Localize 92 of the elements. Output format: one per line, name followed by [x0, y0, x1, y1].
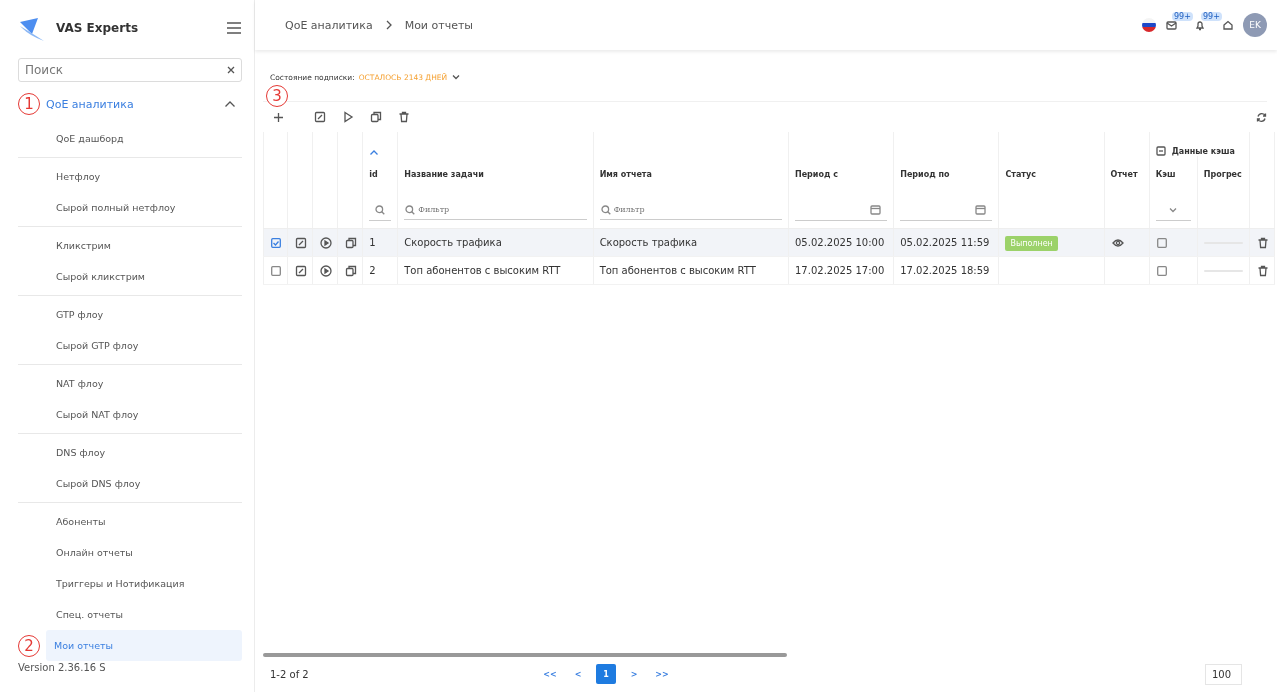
calendar-icon[interactable]	[870, 204, 882, 215]
search-icon[interactable]	[600, 205, 611, 215]
trash-icon[interactable]	[1256, 264, 1269, 277]
page-button[interactable]: 1	[596, 664, 616, 684]
checkbox-icon[interactable]	[1156, 237, 1167, 248]
count-badge: 99+	[1172, 12, 1193, 21]
flag-icon[interactable]	[1142, 18, 1156, 32]
count-badge: 99+	[1201, 11, 1222, 21]
search-field[interactable]: Поиск	[18, 58, 242, 82]
table-cell: Топ абонентов с высоким RTT	[404, 265, 561, 276]
version-text: Version 2.36.16 S	[18, 662, 107, 673]
breadcrumb-item[interactable]: QoE аналитика	[285, 18, 373, 32]
sidebar-item[interactable]: GTP флоу	[14, 299, 242, 330]
menu-icon[interactable]	[226, 21, 242, 35]
column-header[interactable]: Название задачи	[404, 169, 484, 179]
checkbox-icon[interactable]	[271, 265, 281, 276]
table-cell: 1	[369, 237, 376, 248]
sidebar-item[interactable]: Сырой NAT флоу	[14, 399, 242, 430]
checkbox-checked-icon[interactable]	[271, 237, 281, 248]
page-nav-button[interactable]: >	[624, 664, 644, 684]
sidebar-item[interactable]: Спец. отчеты	[14, 599, 242, 630]
play-circle-icon[interactable]	[320, 264, 333, 277]
collapse-icon[interactable]	[1155, 146, 1166, 156]
sort-up-icon[interactable]	[369, 149, 380, 156]
brand-name: VAS Experts	[56, 21, 140, 35]
sidebar-item[interactable]: Триггеры и Нотификация	[14, 568, 242, 599]
edit-icon[interactable]	[295, 236, 308, 249]
copy-icon[interactable]	[345, 236, 358, 249]
page-nav-button[interactable]: <	[568, 664, 588, 684]
trash-icon[interactable]	[398, 111, 410, 123]
sidebar-item[interactable]: Сырой GTP флоу	[14, 330, 242, 361]
mail-icon[interactable]	[1166, 20, 1177, 30]
table-cell: Скорость трафика	[599, 237, 698, 248]
sidebar-item[interactable]: Мои отчеты	[46, 630, 242, 661]
trash-icon[interactable]	[1256, 236, 1269, 249]
table-cell: Топ абонентов с высоким RTT	[599, 265, 756, 276]
play-circle-icon[interactable]	[320, 236, 333, 249]
checkbox-icon[interactable]	[1156, 265, 1167, 276]
edit-icon[interactable]	[314, 111, 326, 123]
page-size-select[interactable]: 100	[1204, 664, 1242, 685]
bell-icon[interactable]	[1195, 19, 1205, 31]
column-header[interactable]: Статус	[1005, 169, 1036, 179]
refresh-icon[interactable]	[1256, 111, 1267, 123]
page-nav-button[interactable]: >>	[652, 664, 672, 684]
breadcrumb-item[interactable]: Мои отчеты	[404, 18, 473, 32]
copy-icon[interactable]	[370, 111, 382, 123]
sidebar-item[interactable]: Абоненты	[14, 506, 242, 537]
annotation-number: 3	[266, 85, 288, 107]
status-badge: Выполнен	[1005, 236, 1058, 251]
scrollbar-thumb[interactable]	[263, 653, 787, 657]
filter-field[interactable]: Фильтр	[599, 200, 782, 220]
home-icon[interactable]	[1223, 20, 1233, 30]
column-header[interactable]: Период с	[795, 169, 838, 179]
menu-section[interactable]: QoE аналитика	[46, 97, 218, 111]
sidebar-item[interactable]: Сырой DNS флоу	[14, 468, 242, 499]
chevron-down-icon[interactable]	[451, 73, 462, 81]
page-nav-button[interactable]: <<	[540, 664, 560, 684]
table-cell: Скорость трафика	[404, 237, 502, 248]
sidebar-item[interactable]: NAT флоу	[14, 368, 242, 399]
column-header[interactable]: Кэш	[1155, 169, 1176, 179]
play-icon[interactable]	[342, 111, 354, 123]
column-group-header: Данные кэша	[1171, 146, 1235, 156]
table-cell: 17.02.2025 18:59	[900, 265, 990, 276]
search-icon[interactable]	[375, 204, 386, 215]
sidebar-item[interactable]: Нетфлоу	[14, 161, 242, 192]
sidebar-item[interactable]: Сырой полный нетфлоу	[14, 192, 242, 223]
calendar-icon[interactable]	[975, 204, 987, 215]
eye-icon[interactable]	[1111, 237, 1124, 248]
column-header[interactable]: id	[369, 169, 378, 179]
clear-icon[interactable]	[227, 66, 235, 74]
sidebar-item[interactable]: DNS флоу	[14, 437, 242, 468]
edit-icon[interactable]	[295, 264, 308, 277]
sidebar-item[interactable]: QoE дашборд	[14, 123, 242, 154]
sidebar-item[interactable]: Сырой кликстрим	[14, 261, 242, 292]
add-icon[interactable]	[273, 111, 284, 123]
sidebar-item[interactable]: Кликстрим	[14, 230, 242, 261]
table-cell: 05.02.2025 10:00	[795, 237, 885, 248]
column-header[interactable]: Период по	[900, 169, 950, 179]
column-header[interactable]: Отчет	[1110, 169, 1138, 179]
chevron-right-icon[interactable]	[384, 20, 393, 30]
pagination-range: 1-2 of 2	[270, 668, 310, 680]
caret-icon[interactable]	[1168, 205, 1179, 214]
chevron-up-icon[interactable]	[224, 100, 236, 108]
sidebar-item[interactable]: Онлайн отчеты	[14, 537, 242, 568]
column-header[interactable]: Имя отчета	[599, 169, 652, 179]
search-icon[interactable]	[405, 205, 416, 215]
copy-icon[interactable]	[345, 264, 358, 277]
filter-field[interactable]: Фильтр	[404, 200, 587, 220]
table-cell: 05.02.2025 11:59	[900, 237, 990, 248]
column-header[interactable]: Прогрес	[1203, 169, 1242, 179]
table-cell: 17.02.2025 17:00	[795, 265, 885, 276]
table-cell: 2	[369, 265, 376, 276]
